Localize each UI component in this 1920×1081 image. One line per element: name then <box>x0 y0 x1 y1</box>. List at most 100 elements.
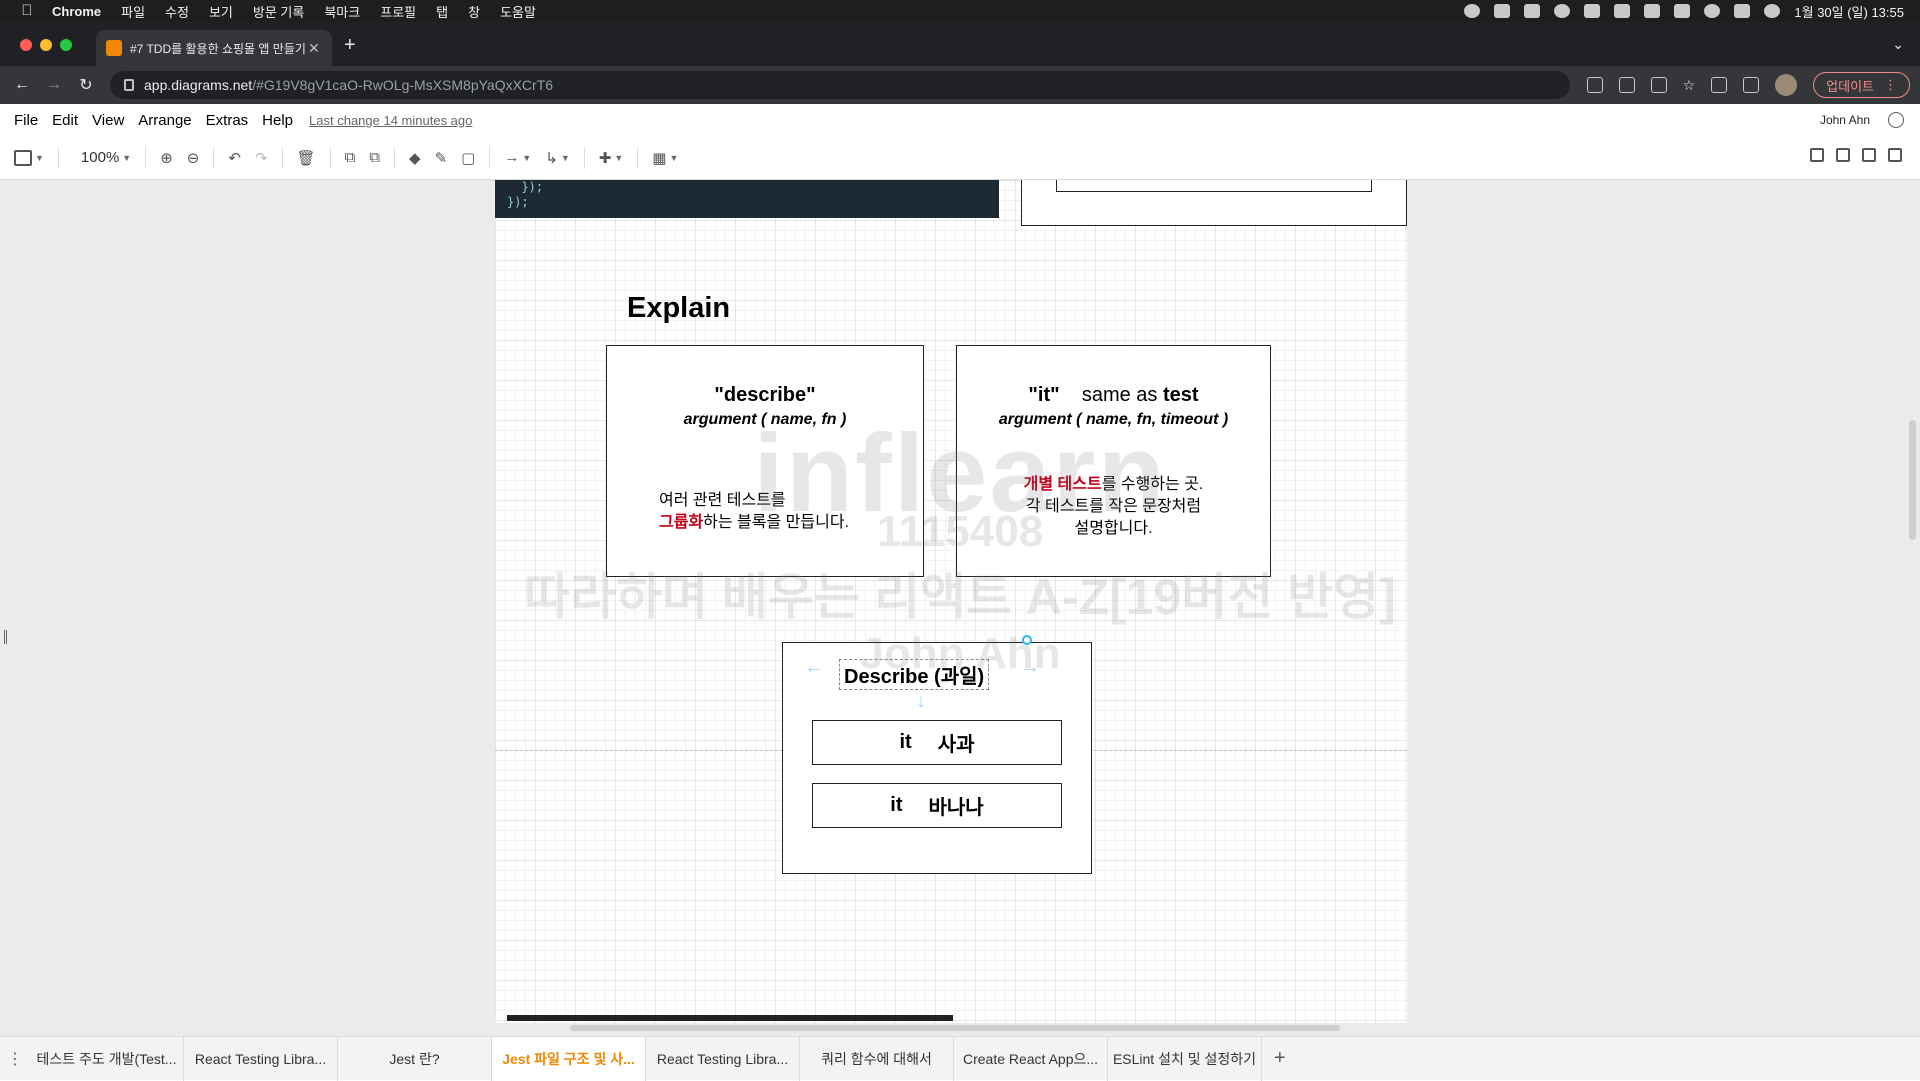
delete-icon[interactable]: 🗑 <box>297 148 316 168</box>
page-tab-active[interactable]: Jest 파일 구조 및 사... <box>492 1036 646 1081</box>
page-tab[interactable]: 쿼리 함수에 대해서 <box>800 1036 954 1081</box>
page-tab[interactable]: Jest 란? <box>338 1036 492 1081</box>
connection-style-icon[interactable]: → ▼ <box>504 148 531 168</box>
redo-icon[interactable]: ↷ <box>255 148 268 168</box>
insert-icon[interactable]: ✚ ▼ <box>599 148 624 168</box>
bookmark-star-icon[interactable]: ☆ <box>1683 77 1696 94</box>
last-change-link[interactable]: Last change 14 minutes ago <box>309 113 472 128</box>
pages-menu-icon[interactable]: ⋮ <box>0 1049 30 1069</box>
browser-tab-active[interactable]: #7 TDD를 활용한 쇼핑몰 앱 만들기 ✕ <box>96 30 332 66</box>
describe-example-label[interactable]: Describe (과일) <box>839 659 990 690</box>
page-tab[interactable]: React Testing Libra... <box>646 1036 800 1081</box>
page-tab[interactable]: Create React App으... <box>954 1036 1108 1081</box>
reading-list-icon[interactable] <box>1743 77 1760 93</box>
drawio-menu-edit[interactable]: Edit <box>52 112 78 129</box>
page-tab[interactable]: 테스트 주도 개발(Test... <box>30 1036 184 1081</box>
zoom-in-icon[interactable]: ⊕ <box>160 148 173 168</box>
drawio-menu-arrange[interactable]: Arrange <box>138 112 191 129</box>
menu-edit[interactable]: 수정 <box>165 2 189 21</box>
it-card[interactable]: "it" same as test argument ( name, fn, t… <box>956 345 1271 577</box>
back-icon[interactable]: ← <box>6 76 38 94</box>
describe-example-container[interactable]: Describe (과일) it 사과 it 바나나 <box>782 642 1092 874</box>
menu-help[interactable]: 도움말 <box>500 2 536 21</box>
new-tab-button[interactable]: + <box>344 34 356 57</box>
it-example-box[interactable]: it 사과 <box>812 720 1062 765</box>
fullscreen-icon[interactable] <box>1836 148 1850 162</box>
add-page-icon[interactable]: + <box>1274 1047 1286 1070</box>
page-tab[interactable]: ESLint 설치 및 설정하기 <box>1108 1036 1262 1081</box>
rectangle-shape[interactable] <box>1021 180 1407 226</box>
hover-arrow-left-icon[interactable]: ← <box>804 656 824 679</box>
horizontal-scrollbar[interactable] <box>570 1025 1340 1031</box>
wifi-icon[interactable] <box>1674 4 1691 18</box>
share-icon[interactable] <box>1650 77 1667 93</box>
hover-arrow-down-icon[interactable]: ↓ <box>916 690 926 713</box>
menu-bookmarks[interactable]: 북마크 <box>324 2 360 21</box>
drawio-menu-view[interactable]: View <box>92 112 124 129</box>
close-tab-icon[interactable]: ✕ <box>306 40 322 57</box>
input-method-icon[interactable] <box>1584 4 1601 18</box>
forward-icon[interactable]: → <box>38 76 70 94</box>
hover-arrow-right-icon[interactable]: → <box>1020 656 1040 679</box>
user-name[interactable]: John Ahn <box>1820 113 1870 127</box>
table-icon[interactable]: ▦ ▼ <box>652 148 678 168</box>
collapse-toolbar-icon[interactable] <box>1888 148 1902 162</box>
siri-icon[interactable] <box>1764 4 1781 18</box>
format-panel-toggle[interactable]: ▼ <box>14 148 44 168</box>
explain-heading[interactable]: Explain <box>627 292 730 325</box>
shield-icon[interactable] <box>1494 4 1511 18</box>
zoom-out-icon[interactable]: ⊖ <box>187 148 200 168</box>
zoom-window-button[interactable] <box>60 39 72 51</box>
to-back-icon[interactable]: ⧉ <box>369 148 380 168</box>
control-center-icon[interactable] <box>1734 4 1751 18</box>
sidebar-resize-handle[interactable] <box>4 630 7 644</box>
install-app-icon[interactable] <box>1586 77 1603 93</box>
drawio-menu-file[interactable]: File <box>14 112 38 129</box>
zoom-select[interactable]: 100% ▼ <box>81 148 131 168</box>
fill-color-icon[interactable]: ◆ <box>409 148 421 168</box>
volume-icon[interactable] <box>1614 4 1631 18</box>
describe-card[interactable]: "describe" argument ( name, fn ) 여러 관련 테… <box>606 345 924 577</box>
apple-icon[interactable]:  <box>18 2 36 20</box>
update-button[interactable]: 업데이트 ⋮ <box>1813 72 1910 98</box>
reload-icon[interactable]: ↻ <box>70 75 102 95</box>
inner-rectangle-shape[interactable] <box>1056 180 1372 192</box>
drawio-menu-extras[interactable]: Extras <box>206 112 249 129</box>
format-panel-icon[interactable] <box>1862 148 1876 162</box>
app-name[interactable]: Chrome <box>52 4 101 19</box>
diagram-workspace[interactable]: }); }); Explain "describe" argument ( na… <box>0 180 1920 1036</box>
undo-icon[interactable]: ↶ <box>228 148 241 168</box>
menu-history[interactable]: 방문 기록 <box>253 2 304 21</box>
line-color-icon[interactable]: ✎ <box>435 148 448 168</box>
menu-file[interactable]: 파일 <box>121 2 145 21</box>
bluetooth-icon[interactable] <box>1644 4 1661 18</box>
language-globe-icon[interactable] <box>1888 112 1904 128</box>
it-example-box[interactable]: it 바나나 <box>812 783 1062 828</box>
rotate-handle[interactable] <box>1022 635 1032 645</box>
close-window-button[interactable] <box>20 39 32 51</box>
menu-tab[interactable]: 탭 <box>436 2 448 21</box>
minimize-window-button[interactable] <box>40 39 52 51</box>
menu-view[interactable]: 보기 <box>209 2 233 21</box>
extensions-icon[interactable] <box>1711 77 1728 93</box>
menu-profile[interactable]: 프로필 <box>380 2 416 21</box>
page-tab[interactable]: React Testing Libra... <box>184 1036 338 1081</box>
url-field[interactable]: app.diagrams.net/#G19V8gV1caO-RwOLg-MsXS… <box>110 71 1570 99</box>
docker-icon[interactable] <box>1524 4 1541 18</box>
to-front-icon[interactable]: ⧉ <box>345 148 356 168</box>
shadow-icon[interactable]: ▢ <box>461 148 475 168</box>
tab-search-chevron-icon[interactable]: ⌄ <box>1892 36 1904 53</box>
menu-window[interactable]: 창 <box>468 2 480 21</box>
zoom-icon[interactable] <box>1618 77 1635 93</box>
spotlight-icon[interactable] <box>1704 4 1721 18</box>
lock-icon[interactable] <box>124 79 134 91</box>
vertical-scrollbar[interactable] <box>1909 420 1916 540</box>
code-snippet-shape[interactable]: }); }); <box>495 180 999 218</box>
profile-avatar[interactable] <box>1775 74 1798 96</box>
clock[interactable]: 1월 30일 (일) 13:55 <box>1794 2 1904 21</box>
play-icon[interactable] <box>1554 4 1571 18</box>
sync-icon[interactable] <box>1810 148 1824 162</box>
drawio-menu-help[interactable]: Help <box>262 112 293 129</box>
record-icon[interactable] <box>1464 4 1481 18</box>
waypoints-icon[interactable]: ↳ ▼ <box>545 148 570 168</box>
